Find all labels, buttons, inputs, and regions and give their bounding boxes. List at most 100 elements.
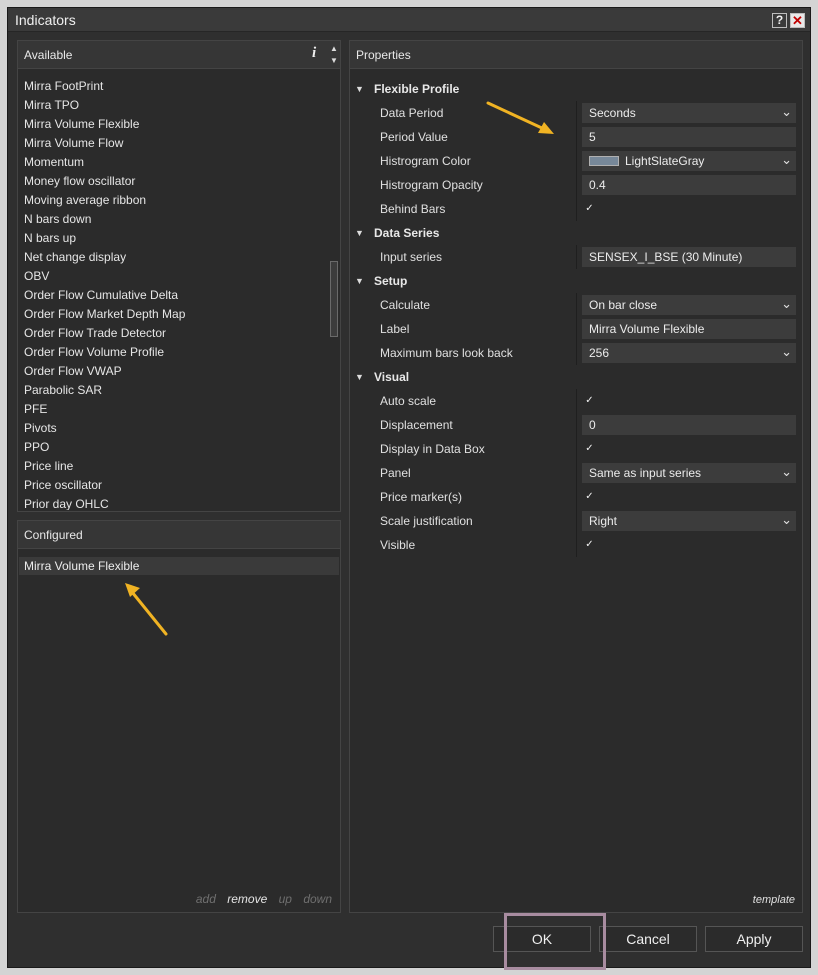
text-field[interactable]: 0.4 — [582, 175, 796, 195]
checkbox[interactable]: ✓ — [584, 203, 595, 214]
configured-actions: add remove up down — [188, 892, 332, 906]
category-row[interactable]: ▼ Data Series — [350, 221, 802, 245]
checkbox[interactable]: ✓ — [584, 539, 595, 550]
category-row[interactable]: ▼ Setup — [350, 269, 802, 293]
column-divider[interactable] — [576, 341, 577, 365]
available-list-item[interactable]: Mirra FootPrint — [18, 77, 324, 96]
scroll-down-icon[interactable]: ▼ — [328, 55, 340, 67]
close-button[interactable]: ✕ — [790, 13, 805, 28]
column-divider[interactable] — [576, 245, 577, 269]
column-divider[interactable] — [576, 509, 577, 533]
chevron-down-icon[interactable]: ⌄ — [781, 296, 792, 312]
text-field[interactable]: 0 — [582, 415, 796, 435]
property-label: Calculate — [380, 298, 431, 312]
available-list-item[interactable]: N bars up — [18, 229, 324, 248]
available-list-item[interactable]: Pivots — [18, 419, 324, 438]
category-row[interactable]: ▼ Flexible Profile — [350, 77, 802, 101]
available-list-item[interactable]: Net change display — [18, 248, 324, 267]
text-field[interactable]: SENSEX_I_BSE (30 Minute) — [582, 247, 796, 267]
category-label: Visual — [374, 370, 410, 384]
color-picker[interactable]: LightSlateGray ⌄ — [582, 151, 796, 171]
column-divider[interactable] — [576, 461, 577, 485]
available-list-item[interactable]: Order Flow Cumulative Delta — [18, 286, 324, 305]
dropdown[interactable]: On bar close ⌄ — [582, 295, 796, 315]
checkbox[interactable]: ✓ — [584, 395, 595, 406]
available-list-item[interactable]: PPO — [18, 438, 324, 457]
dropdown[interactable]: Right ⌄ — [582, 511, 796, 531]
property-label: Maximum bars look back — [380, 346, 513, 360]
available-list-item[interactable]: Momentum — [18, 153, 324, 172]
dropdown[interactable]: Same as input series ⌄ — [582, 463, 796, 483]
property-label: Auto scale — [380, 394, 437, 408]
collapse-arrow-icon[interactable]: ▼ — [355, 77, 364, 101]
available-list-item[interactable]: Mirra Volume Flexible — [18, 115, 324, 134]
available-list-item[interactable]: Price line — [18, 457, 324, 476]
info-icon[interactable]: i — [312, 45, 316, 62]
properties-panel: Properties ▼ Flexible Profile Data Period S… — [349, 40, 803, 913]
column-divider[interactable] — [576, 389, 577, 413]
collapse-arrow-icon[interactable]: ▼ — [355, 269, 364, 293]
help-button[interactable]: ? — [772, 13, 787, 28]
available-list-item[interactable]: Prior day OHLC — [18, 495, 324, 510]
chevron-down-icon[interactable]: ⌄ — [781, 464, 792, 480]
down-button[interactable]: down — [303, 892, 332, 906]
available-list-item[interactable]: Order Flow Volume Profile — [18, 343, 324, 362]
column-divider[interactable] — [576, 413, 577, 437]
text-field[interactable]: Mirra Volume Flexible — [582, 319, 796, 339]
column-divider[interactable] — [576, 317, 577, 341]
apply-button[interactable]: Apply — [705, 926, 803, 952]
properties-title: Properties — [356, 48, 411, 62]
column-divider[interactable] — [576, 101, 577, 125]
category-row[interactable]: ▼ Visual — [350, 365, 802, 389]
template-link[interactable]: template — [753, 894, 795, 906]
available-list-item[interactable]: OBV — [18, 267, 324, 286]
column-divider[interactable] — [576, 293, 577, 317]
chevron-down-icon[interactable]: ⌄ — [781, 152, 792, 168]
property-value: 0.4 — [589, 178, 606, 192]
checkbox[interactable]: ✓ — [584, 491, 595, 502]
column-divider[interactable] — [576, 197, 577, 221]
available-list-item[interactable]: Moving average ribbon — [18, 191, 324, 210]
available-scrollbar[interactable] — [328, 71, 340, 511]
available-list-item[interactable]: Money flow oscillator — [18, 172, 324, 191]
available-list-item[interactable]: Parabolic SAR — [18, 381, 324, 400]
available-list-item[interactable]: Mirra TPO — [18, 96, 324, 115]
dropdown[interactable]: 256 ⌄ — [582, 343, 796, 363]
property-row: Calculate On bar close ⌄ — [350, 293, 802, 317]
property-label: Label — [380, 322, 410, 336]
column-divider[interactable] — [576, 533, 577, 557]
available-list-item[interactable]: Order Flow Market Depth Map — [18, 305, 324, 324]
chevron-down-icon[interactable]: ⌄ — [781, 344, 792, 360]
collapse-arrow-icon[interactable]: ▼ — [355, 365, 364, 389]
remove-button[interactable]: remove — [227, 892, 267, 906]
column-divider[interactable] — [576, 149, 577, 173]
property-row: Input series SENSEX_I_BSE (30 Minute) — [350, 245, 802, 269]
column-divider[interactable] — [576, 437, 577, 461]
scroll-up-icon[interactable]: ▲ — [328, 43, 340, 55]
available-list-item[interactable]: Order Flow Trade Detector — [18, 324, 324, 343]
property-label: Period Value — [380, 130, 448, 144]
up-button[interactable]: up — [279, 892, 292, 906]
text-field[interactable]: 5 — [582, 127, 796, 147]
scrollbar-thumb[interactable] — [330, 261, 338, 337]
chevron-down-icon[interactable]: ⌄ — [781, 104, 792, 120]
property-row: Auto scale ✓ — [350, 389, 802, 413]
property-row: Data Period Seconds ⌄ — [350, 101, 802, 125]
dropdown[interactable]: Seconds ⌄ — [582, 103, 796, 123]
category-label: Flexible Profile — [374, 82, 460, 96]
checkbox[interactable]: ✓ — [584, 443, 595, 454]
column-divider[interactable] — [576, 485, 577, 509]
available-list-item[interactable]: Mirra Volume Flow — [18, 134, 324, 153]
available-list-item[interactable]: Order Flow VWAP — [18, 362, 324, 381]
available-list-item[interactable]: PFE — [18, 400, 324, 419]
collapse-arrow-icon[interactable]: ▼ — [355, 221, 364, 245]
cancel-button[interactable]: Cancel — [599, 926, 697, 952]
available-list: Mirra FootPrint Mirra TPO Mirra Volume Fle… — [18, 77, 324, 510]
chevron-down-icon[interactable]: ⌄ — [781, 512, 792, 528]
column-divider[interactable] — [576, 125, 577, 149]
add-button[interactable]: add — [196, 892, 216, 906]
configured-item[interactable]: Mirra Volume Flexible — [19, 557, 339, 575]
available-list-item[interactable]: N bars down — [18, 210, 324, 229]
column-divider[interactable] — [576, 173, 577, 197]
available-list-item[interactable]: Price oscillator — [18, 476, 324, 495]
